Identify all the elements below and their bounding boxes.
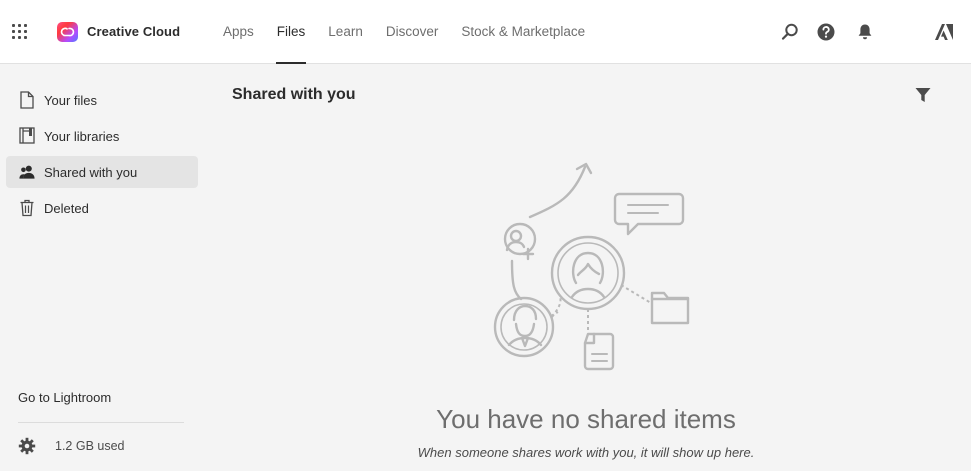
main-nav: Apps Files Learn Discover Stock & Market… — [223, 0, 608, 64]
nav-discover[interactable]: Discover — [386, 0, 439, 64]
nav-apps[interactable]: Apps — [223, 0, 254, 64]
filter-icon[interactable] — [914, 86, 932, 104]
sidebar-divider — [18, 422, 184, 423]
sidebar-item-your-libraries[interactable]: Your libraries — [6, 120, 198, 152]
search-icon[interactable] — [780, 22, 800, 42]
library-icon — [19, 127, 35, 145]
shared-items-illustration — [493, 162, 690, 371]
nav-files[interactable]: Files — [275, 0, 306, 64]
storage-used-text: 1.2 GB used — [55, 439, 125, 453]
nav-stock-marketplace[interactable]: Stock & Marketplace — [461, 0, 585, 64]
storage-usage: 1.2 GB used — [18, 437, 125, 455]
main-content: Shared with you You have no shared items… — [208, 65, 971, 471]
notifications-bell-icon[interactable] — [855, 22, 875, 42]
adobe-logo-icon[interactable] — [934, 22, 954, 42]
go-to-lightroom-link[interactable]: Go to Lightroom — [18, 390, 111, 405]
empty-state-subtitle: When someone shares work with you, it wi… — [417, 445, 755, 460]
top-header: Creative Cloud Apps Files Learn Discover… — [0, 0, 971, 64]
page-title: Shared with you — [232, 86, 356, 103]
people-icon — [19, 163, 35, 181]
brand-name[interactable]: Creative Cloud — [87, 24, 180, 39]
sidebar-item-shared-with-you[interactable]: Shared with you — [6, 156, 198, 188]
help-icon[interactable] — [816, 22, 836, 42]
sidebar-item-label: Your libraries — [44, 128, 120, 144]
sidebar-item-your-files[interactable]: Your files — [6, 84, 198, 116]
trash-icon — [19, 199, 35, 217]
sidebar-item-label: Your files — [44, 92, 97, 108]
creative-cloud-logo-icon[interactable] — [57, 22, 78, 42]
sidebar: Your files Your libraries Shared with yo… — [0, 65, 208, 471]
nav-learn[interactable]: Learn — [328, 0, 363, 64]
empty-state-title: You have no shared items — [436, 404, 736, 434]
sidebar-item-deleted[interactable]: Deleted — [6, 192, 198, 224]
sidebar-item-label: Deleted — [44, 200, 89, 216]
sidebar-item-label: Shared with you — [44, 164, 138, 180]
apps-grid-icon[interactable] — [12, 24, 28, 40]
file-icon — [19, 91, 35, 109]
gear-icon[interactable] — [18, 437, 36, 455]
